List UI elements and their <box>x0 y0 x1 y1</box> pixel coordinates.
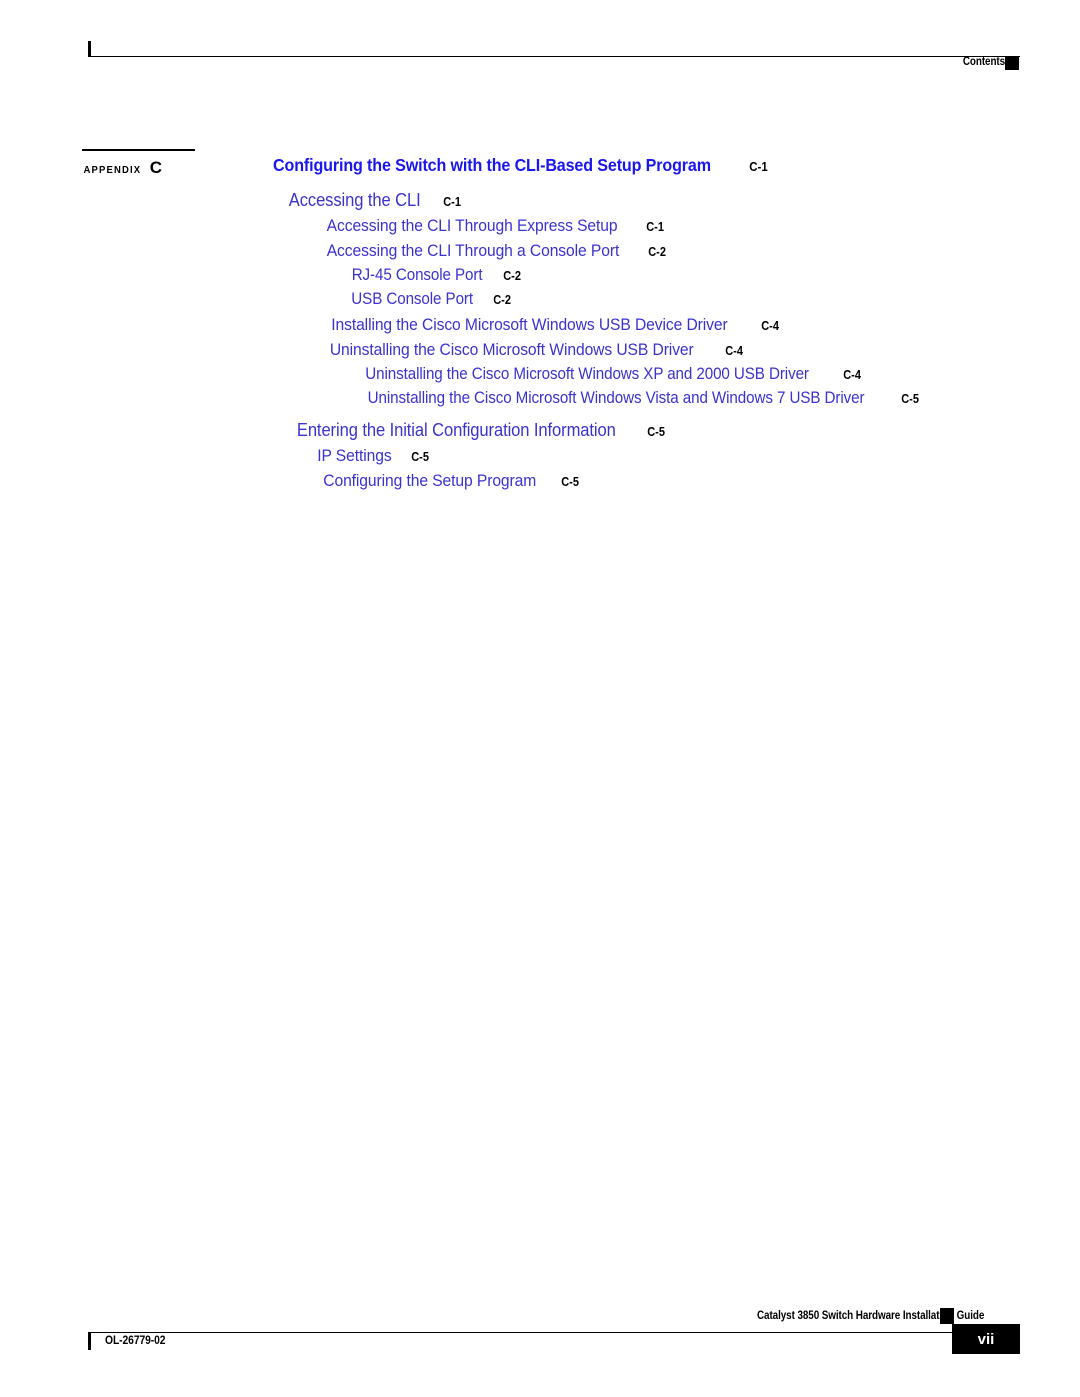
toc-entry[interactable]: Accessing the CLI C-1 <box>283 191 1080 209</box>
toc-entry-title: Configuring the Switch with the CLI-Base… <box>273 155 711 175</box>
toc-entry-title: USB Console Port <box>351 290 474 308</box>
toc-entry-title: Uninstalling the Cisco Microsoft Windows… <box>367 389 865 407</box>
black-square-marker-icon <box>940 1308 954 1324</box>
header-left-tick <box>88 41 91 57</box>
toc-entry-page: C-4 <box>761 318 779 333</box>
toc-entry-page: C-5 <box>411 449 429 464</box>
footer-page-number: vii <box>952 1324 1020 1354</box>
toc-entry-page: C-2 <box>648 244 666 259</box>
toc-entry-page: C-2 <box>493 293 512 307</box>
page-header: Contents <box>0 0 1080 110</box>
toc-entry-page: C-1 <box>646 219 665 234</box>
toc-entry-title: Uninstalling the Cisco Microsoft Windows… <box>365 364 809 383</box>
toc-entry[interactable]: Uninstalling the Cisco Microsoft Windows… <box>314 341 1080 358</box>
document-page: Contents APPENDIX C Configuring the Swit… <box>0 0 1080 1397</box>
table-of-contents: Configuring the Switch with the CLI-Base… <box>0 155 1080 497</box>
toc-entry-title: Configuring the Setup Program <box>323 470 537 490</box>
toc-entry-title: IP Settings <box>317 445 392 465</box>
toc-entry-page: C-5 <box>561 474 580 489</box>
toc-entry-page: C-4 <box>725 343 744 358</box>
toc-entry[interactable]: Accessing the CLI Through a Console Port… <box>314 242 1080 259</box>
toc-entry[interactable]: Accessing the CLI Through Express Setup C… <box>314 217 1080 234</box>
toc-entry-title: Installing the Cisco Microsoft Windows U… <box>331 314 728 334</box>
toc-entry[interactable]: Configuring the Switch with the CLI-Base… <box>254 155 1080 175</box>
toc-entry[interactable]: IP Settings C-5 <box>314 447 1080 464</box>
footer-document-id: OL-26779-02 <box>105 1333 166 1347</box>
appendix-rule <box>82 149 195 151</box>
toc-entry-title: RJ-45 Console Port <box>351 265 483 284</box>
toc-entry-title: Entering the Initial Configuration Infor… <box>296 419 616 440</box>
toc-entry[interactable]: Configuring the Setup Program C-5 <box>314 472 1080 489</box>
footer-left-tick <box>88 1332 91 1350</box>
toc-entry[interactable]: Entering the Initial Configuration Infor… <box>283 421 1080 439</box>
toc-entry-page: C-2 <box>503 268 522 283</box>
toc-entry[interactable]: RJ-45 Console Port C-2 <box>346 265 1080 284</box>
page-footer: Catalyst 3850 Switch Hardware Installati… <box>0 1300 1080 1397</box>
toc-entry-page: C-5 <box>901 392 919 406</box>
toc-entry[interactable]: Uninstalling the Cisco Microsoft Windows… <box>346 390 1080 407</box>
toc-entry-title: Accessing the CLI Through Express Setup <box>326 215 618 235</box>
toc-entry-page: C-5 <box>646 424 665 439</box>
toc-entry-page: C-1 <box>443 194 462 209</box>
toc-entry[interactable]: Installing the Cisco Microsoft Windows U… <box>314 316 1080 333</box>
toc-entry-title: Uninstalling the Cisco Microsoft Windows… <box>329 339 694 359</box>
toc-entry-title: Accessing the CLI Through a Console Port <box>326 240 620 260</box>
toc-entry[interactable]: Uninstalling the Cisco Microsoft Windows… <box>346 364 1080 383</box>
header-section-label: Contents <box>962 56 1005 68</box>
black-square-marker-icon <box>1005 56 1019 70</box>
footer-divider-rule <box>88 1332 954 1333</box>
toc-entry-page: C-4 <box>843 367 862 382</box>
header-divider-rule <box>88 56 1020 57</box>
toc-entry-page: C-1 <box>749 159 768 174</box>
toc-entry-title: Accessing the CLI <box>288 189 421 210</box>
toc-entry[interactable]: USB Console Port C-2 <box>346 291 1080 308</box>
